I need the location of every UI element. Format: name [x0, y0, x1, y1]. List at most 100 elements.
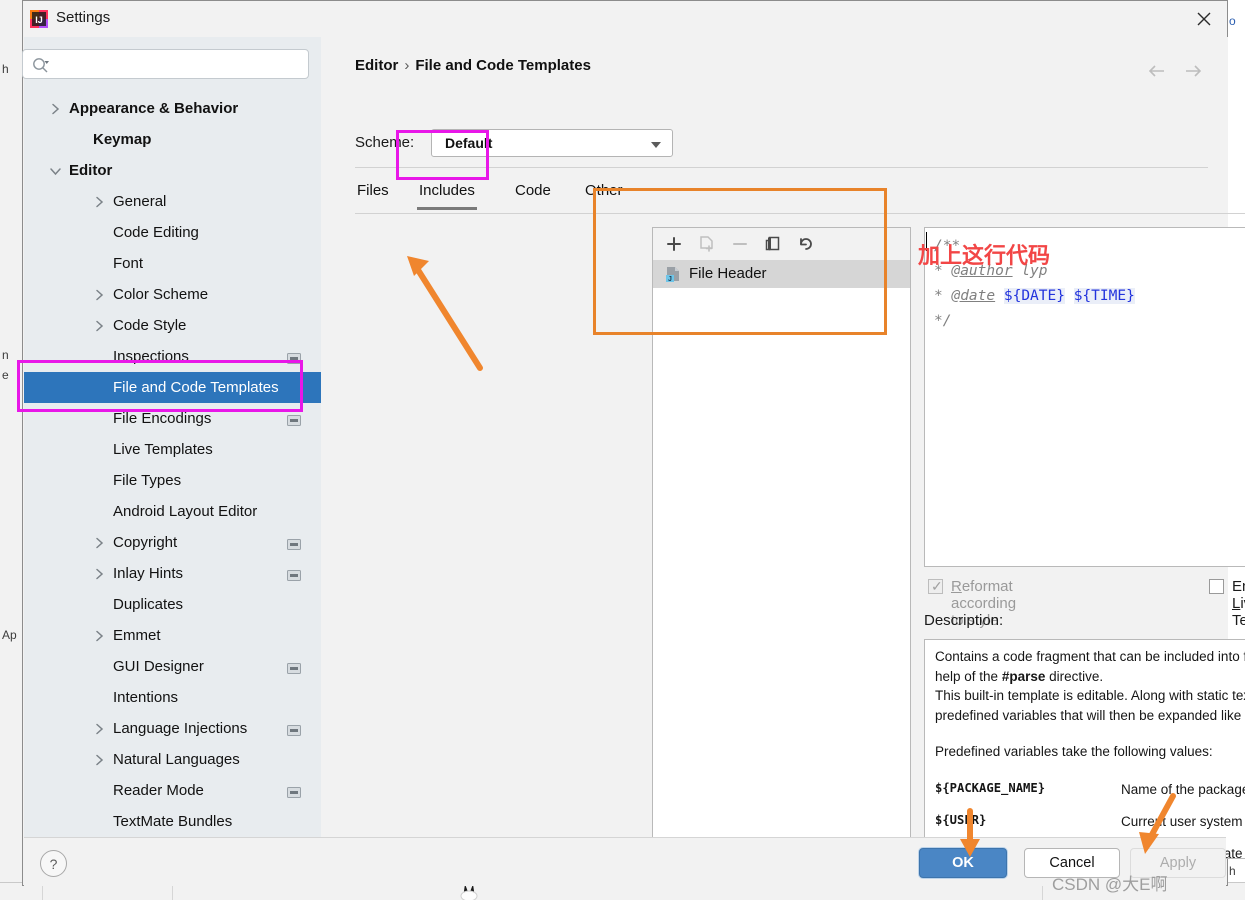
sidebar-item-editor[interactable]: Editor: [24, 155, 321, 186]
time-variable: ${TIME}: [1073, 288, 1135, 304]
sidebar-item-live-templates[interactable]: Live Templates: [24, 434, 321, 465]
bg-fragment: h: [2, 62, 9, 76]
variable-name: ${PACKAGE_NAME}: [935, 781, 1046, 795]
chevron-down-icon: [651, 142, 661, 148]
module-scope-icon: [287, 537, 301, 550]
variable-name: ${USER}: [935, 813, 987, 827]
sidebar-item-label: TextMate Bundles: [113, 813, 233, 830]
sidebar-item-android-layout-editor[interactable]: Android Layout Editor: [24, 496, 321, 527]
sidebar-item-label: Code Editing: [113, 224, 199, 241]
module-scope-icon: [287, 413, 301, 426]
chevron-right-icon[interactable]: [94, 195, 105, 208]
sidebar-item-font[interactable]: Font: [24, 248, 321, 279]
code-line: */: [934, 309, 1135, 334]
search-field[interactable]: [57, 55, 301, 73]
sidebar-item-label: Copyright: [113, 534, 178, 551]
dialog-footer: ? OK Cancel Apply: [24, 837, 1226, 886]
sidebar-item-copyright[interactable]: Copyright: [24, 527, 321, 558]
variable-description: Name of the package in which the new fil…: [1121, 782, 1245, 797]
description-label: Description:: [924, 612, 1004, 629]
bg-fragment: o: [1229, 14, 1236, 28]
sidebar-item-general[interactable]: General: [24, 186, 321, 217]
screen-root: h n e Ap o e h IJ Settings: [0, 0, 1245, 900]
chevron-right-icon[interactable]: [94, 288, 105, 301]
sidebar-item-label: Language Injections: [113, 720, 248, 737]
sidebar-item-gui-designer[interactable]: GUI Designer: [24, 651, 321, 682]
sidebar-item-duplicates[interactable]: Duplicates: [24, 589, 321, 620]
sidebar-item-emmet[interactable]: Emmet: [24, 620, 321, 651]
desc-p1-c: directive.: [1045, 668, 1104, 684]
chevron-right-icon[interactable]: [94, 319, 105, 332]
description-text: Contains a code fragment that can be inc…: [935, 647, 1245, 762]
sidebar-item-label: Code Style: [113, 317, 187, 334]
description-panel: Contains a code fragment that can be inc…: [924, 639, 1245, 859]
sidebar-item-color-scheme[interactable]: Color Scheme: [24, 279, 321, 310]
settings-tree: Appearance & Behavior Keymap Editor General…: [24, 93, 321, 837]
variable-description: Current user system login name: [1121, 814, 1245, 829]
ide-background-left-strip: h n e Ap: [0, 0, 23, 900]
sidebar-item-inlay-hints[interactable]: Inlay Hints: [24, 558, 321, 589]
breadcrumb-separator: ›: [404, 57, 410, 74]
close-icon[interactable]: [1181, 1, 1227, 37]
arrow-left-icon[interactable]: [1144, 59, 1170, 83]
bg-fragment: e: [2, 368, 9, 382]
sidebar-item-code-editing[interactable]: Code Editing: [24, 217, 321, 248]
sidebar-item-label: General: [113, 193, 167, 210]
sidebar-item-textmate-bundles[interactable]: TextMate Bundles: [24, 806, 321, 837]
sidebar-item-label: GUI Designer: [113, 658, 204, 675]
sidebar-item-intentions[interactable]: Intentions: [24, 682, 321, 713]
live-templates-checkbox-label: Enable Live Templates: [1232, 578, 1245, 629]
table-row: ${PACKAGE_NAME} Name of the package in wh…: [935, 781, 1245, 813]
svg-text:IJ: IJ: [35, 15, 43, 25]
tab-files[interactable]: Files: [355, 178, 391, 203]
nav-arrows: [1144, 59, 1210, 83]
sidebar-item-label: Natural Languages: [113, 751, 240, 768]
chevron-right-icon[interactable]: [94, 629, 105, 642]
reformat-checkbox[interactable]: ✓: [928, 579, 943, 594]
sidebar-item-file-types[interactable]: File Types: [24, 465, 321, 496]
module-scope-icon: [287, 723, 301, 736]
sidebar-item-natural-languages[interactable]: Natural Languages: [24, 744, 321, 775]
sidebar-item-label: Font: [113, 255, 144, 272]
chevron-right-icon[interactable]: [94, 567, 105, 580]
desc-p2: This built-in template is editable. Alon…: [935, 688, 1245, 723]
sidebar-item-language-injections[interactable]: Language Injections: [24, 713, 321, 744]
template-editor[interactable]: /** * @author lyp * @date ${DATE} ${TIME…: [924, 227, 1245, 567]
module-scope-icon: [287, 785, 301, 798]
desc-parse-directive: #parse: [1001, 668, 1046, 684]
module-scope-icon: [287, 568, 301, 581]
annotation-highlight-code: [593, 188, 887, 335]
annotation-highlight-includes-tab: [396, 130, 489, 180]
desc-p1-a: Contains a code fragment that can be inc…: [935, 649, 1245, 664]
chevron-right-icon[interactable]: [94, 753, 105, 766]
tab-includes[interactable]: Includes: [417, 178, 477, 210]
chevron-right-icon[interactable]: [94, 536, 105, 549]
sidebar-item-label: File Encodings: [113, 410, 212, 427]
tab-code[interactable]: Code: [513, 178, 553, 203]
breadcrumb-current: File and Code Templates: [415, 57, 591, 74]
sidebar-item-keymap[interactable]: Keymap: [24, 124, 321, 155]
sidebar-item-code-style[interactable]: Code Style: [24, 310, 321, 341]
search-input[interactable]: [22, 49, 309, 79]
sidebar-item-appearance-behavior[interactable]: Appearance & Behavior: [24, 93, 321, 124]
help-button[interactable]: ?: [40, 850, 67, 877]
breadcrumb-parent[interactable]: Editor: [355, 57, 398, 74]
bg-fragment: n: [2, 348, 9, 362]
sidebar-item-label: Duplicates: [113, 596, 184, 613]
sidebar-item-label: Emmet: [113, 627, 161, 644]
settings-sidebar: Appearance & Behavior Keymap Editor General…: [22, 37, 337, 837]
javadoc-date-tag: @date: [951, 288, 996, 304]
ok-button[interactable]: OK: [919, 848, 1007, 878]
chevron-down-icon[interactable]: [50, 164, 61, 176]
sidebar-item-label: Editor: [69, 162, 113, 179]
sidebar-item-label: Appearance & Behavior: [69, 100, 239, 117]
chevron-right-icon[interactable]: [50, 102, 61, 115]
live-templates-checkbox[interactable]: [1209, 579, 1224, 594]
sidebar-item-reader-mode[interactable]: Reader Mode: [24, 775, 321, 806]
sidebar-item-label: Color Scheme: [113, 286, 209, 303]
code-line: * @date ${DATE} ${TIME}: [934, 284, 1135, 309]
chevron-right-icon[interactable]: [94, 722, 105, 735]
sidebar-item-label: Android Layout Editor: [113, 503, 258, 520]
arrow-right-icon[interactable]: [1180, 59, 1206, 83]
sidebar-item-label: File Types: [113, 472, 182, 489]
